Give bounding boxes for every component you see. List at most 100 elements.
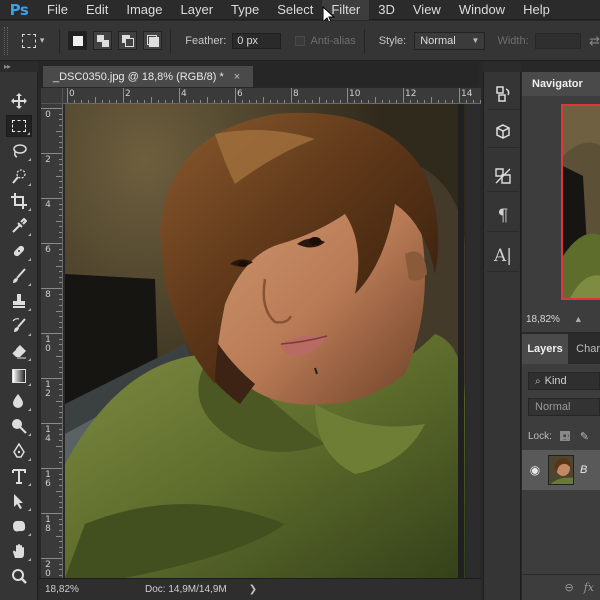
channels-tab[interactable]: Char (568, 343, 600, 355)
lock-row: Lock: ✎ (528, 428, 600, 444)
vertical-ruler[interactable]: 0 2 4 6 8 1 0 1 2 1 4 1 6 1 8 2 0 (41, 104, 63, 578)
ruler-tick (56, 220, 62, 222)
layers-tab[interactable]: Layers (522, 334, 569, 364)
navigator-view-box[interactable] (561, 104, 600, 300)
blend-mode-select[interactable]: Normal (528, 398, 600, 416)
horizontal-ruler[interactable]: 0246810121416 (63, 88, 481, 104)
link-layers-icon[interactable]: ⊖ (565, 581, 574, 594)
gradient-tool[interactable] (6, 365, 32, 387)
layer-row-background[interactable]: ◉ B (522, 450, 600, 490)
ruler-tick (59, 524, 62, 526)
chevron-right-icon[interactable]: ❯ (249, 584, 257, 595)
menu-view[interactable]: View (404, 0, 450, 20)
lasso-tool[interactable] (6, 140, 32, 162)
ruler-tick (59, 282, 62, 284)
ruler-tick (137, 100, 138, 103)
add-to-selection-button[interactable] (93, 31, 113, 50)
stamp-icon (13, 294, 25, 308)
ruler-origin[interactable] (41, 88, 63, 104)
tool-preset-picker[interactable]: ▾ (21, 30, 52, 52)
ruler-tick (319, 97, 320, 103)
layer-kind-label: Kind (544, 375, 567, 387)
path-selection-tool[interactable] (6, 490, 32, 512)
ruler-tick (59, 372, 62, 374)
dodge-tool[interactable] (6, 415, 32, 437)
menu-window[interactable]: Window (450, 0, 514, 20)
feather-input[interactable]: 0 px (232, 32, 282, 49)
menu-image[interactable]: Image (117, 0, 171, 20)
eye-visibility-icon[interactable]: ◉ (522, 463, 548, 477)
3d-panel-button[interactable] (487, 116, 519, 148)
style-label: Style: (378, 34, 407, 47)
navigator-tab-row: Navigator (522, 72, 600, 96)
vertical-scrollbar[interactable] (466, 104, 480, 578)
history-brush-tool[interactable] (6, 315, 32, 337)
ruler-tick (81, 100, 82, 103)
zoom-out-mountain-icon[interactable]: ▲ (574, 314, 583, 324)
options-bar-grip[interactable] (4, 26, 8, 55)
chevron-down-icon: ▼ (471, 36, 480, 45)
swap-width-height-icon[interactable]: ⇄ (589, 33, 600, 49)
ruler-tick (41, 108, 62, 109)
new-selection-icon (72, 35, 83, 46)
character-panel-button[interactable]: A| (487, 240, 519, 272)
navigator-tab[interactable]: Navigator (522, 72, 600, 96)
menu-bar: Ps File Edit Image Layer Type Select Fil… (0, 0, 600, 20)
intersect-selection-button[interactable] (143, 31, 163, 50)
healing-brush-tool[interactable] (6, 240, 32, 262)
clone-source-panel-button[interactable] (487, 160, 519, 192)
brush-tool[interactable] (6, 265, 32, 287)
lock-transparent-pixels-icon[interactable] (559, 431, 570, 441)
menu-3d[interactable]: 3D (369, 0, 404, 20)
toolbar-collapse-arrows[interactable]: ▸▸ (0, 62, 38, 72)
menu-layer[interactable]: Layer (172, 0, 223, 20)
crop-tool[interactable] (6, 190, 32, 212)
close-icon[interactable]: × (234, 71, 240, 83)
menu-type[interactable]: Type (222, 0, 268, 20)
ruler-tick (59, 428, 62, 430)
ruler-tick (333, 100, 334, 103)
menu-file[interactable]: File (38, 0, 77, 20)
ruler-tick (56, 445, 62, 447)
type-tool[interactable] (6, 465, 32, 487)
navigator-panel (522, 96, 600, 306)
blur-tool[interactable] (6, 390, 32, 412)
lock-image-pixels-icon[interactable]: ✎ (580, 430, 589, 443)
layer-effects-icon[interactable]: fx (584, 581, 594, 594)
history-panel-button[interactable] (487, 78, 519, 110)
style-select-value: Normal (420, 34, 456, 47)
eraser-tool[interactable] (6, 340, 32, 362)
eyedropper-tool[interactable] (6, 215, 32, 237)
layer-kind-filter[interactable]: ⌕ Kind (528, 372, 600, 390)
dock-collapse[interactable] (483, 62, 521, 72)
document-canvas[interactable] (65, 104, 465, 578)
ruler-tick (59, 349, 62, 351)
move-tool[interactable] (6, 90, 32, 112)
clone-stamp-tool[interactable] (6, 290, 32, 312)
custom-shape-tool[interactable] (6, 515, 32, 537)
zoom-tool[interactable] (6, 565, 32, 587)
document-tab-title: _DSC0350.jpg @ 18,8% (RGB/8) * (53, 70, 224, 83)
new-selection-button[interactable] (68, 31, 88, 50)
hand-tool[interactable] (6, 540, 32, 562)
ruler-tick (221, 100, 222, 103)
rectangular-marquee-tool[interactable] (6, 115, 32, 137)
marquee-icon (12, 120, 26, 132)
navigator-zoom-field[interactable]: 18,82% (526, 314, 560, 325)
pen-tool[interactable] (6, 440, 32, 462)
menu-help[interactable]: Help (514, 0, 559, 20)
quick-selection-tool[interactable] (6, 165, 32, 187)
width-input[interactable] (534, 32, 582, 49)
width-label: Width: (497, 34, 529, 47)
subtract-from-selection-button[interactable] (118, 31, 138, 50)
style-select[interactable]: Normal ▼ (414, 31, 486, 50)
pasteboard[interactable] (63, 104, 481, 578)
document-tab[interactable]: _DSC0350.jpg @ 18,8% (RGB/8) * × (43, 66, 253, 87)
antialias-checkbox[interactable] (295, 35, 305, 46)
document-size-info[interactable]: Doc: 14,9M/14,9M (145, 584, 227, 595)
ruler-tick (56, 310, 62, 312)
zoom-level-field[interactable]: 18,82% (39, 584, 85, 595)
menu-edit[interactable]: Edit (77, 0, 117, 20)
menu-select[interactable]: Select (268, 0, 322, 20)
paragraph-panel-button[interactable]: ¶ (487, 200, 519, 232)
